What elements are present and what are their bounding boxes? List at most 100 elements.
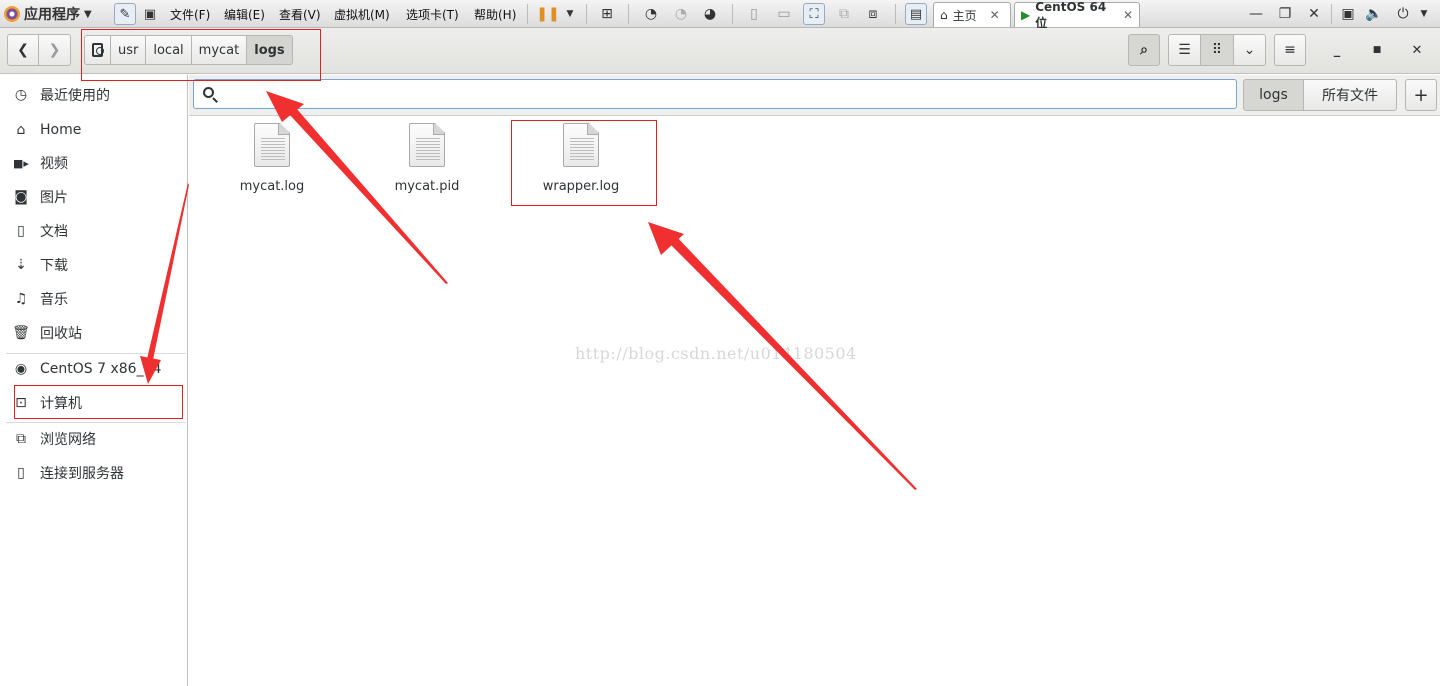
window-minimize-icon[interactable]: — (1246, 0, 1266, 28)
network-adapter-icon[interactable]: ⊞ (597, 0, 617, 28)
menu-help[interactable]: 帮助(H) (474, 0, 516, 28)
menu-view[interactable]: 查看(V) (279, 0, 321, 28)
chevron-down-icon: ⌄ (1243, 42, 1256, 58)
maximize-button[interactable]: ■ (1362, 36, 1392, 64)
tab-home-label: 主页 (952, 8, 977, 23)
sidebar-item-connect-server[interactable]: ▯ 连接到服务器 (0, 458, 188, 488)
snapshot-manager-icon[interactable]: ◕ (700, 0, 720, 28)
sidebar-item-label: 文档 (40, 224, 68, 240)
toolbar-separator (527, 4, 528, 24)
file-name: mycat.pid (394, 179, 460, 194)
disc-icon: ◉ (14, 361, 28, 377)
maximize-icon: ■ (1372, 45, 1382, 55)
scope-all-files-button[interactable]: 所有文件 (1304, 79, 1397, 111)
file-item[interactable]: mycat.pid (357, 123, 497, 203)
server-icon: ▯ (17, 465, 25, 481)
video-icon: ■▸ (13, 156, 29, 170)
places-sidebar: ◷ 最近使用的 ⌂ Home ■▸ 视频 ◙ 图片 ▯ 文档 ⇣ 下载 ♫ 音乐… (0, 75, 188, 686)
console-view-icon[interactable]: ⧈ (863, 0, 883, 28)
unity-icon[interactable]: ⧉ (834, 0, 854, 28)
window-restore-icon[interactable]: ❐ (1275, 0, 1295, 28)
pin-icon[interactable]: ✎ (114, 3, 136, 25)
file-name: mycat.log (239, 179, 305, 194)
add-search-criteria-button[interactable]: + (1405, 79, 1437, 111)
view-options-button[interactable]: ⌄ (1234, 34, 1266, 66)
menu-vm[interactable]: 虚拟机(M) (334, 0, 390, 28)
pause-icon[interactable]: ❚❚ (536, 0, 559, 28)
volume-icon[interactable]: 🔈 (1364, 0, 1384, 28)
sidebar-item-downloads[interactable]: ⇣ 下载 (0, 250, 188, 280)
sidebar-item-recent[interactable]: ◷ 最近使用的 (0, 80, 188, 110)
trash-icon: 🗑 (12, 325, 30, 341)
tab-centos[interactable]: ▶ CentOS 64 位 ✕ (1014, 0, 1140, 30)
scope-current-folder-button[interactable]: logs (1243, 79, 1304, 111)
toolbar-separator (1331, 4, 1332, 24)
text-file-icon (254, 123, 290, 167)
toolbar-separator (628, 4, 629, 24)
sidebar-item-trash[interactable]: 🗑 回收站 (0, 318, 188, 348)
plus-icon: + (1413, 84, 1429, 106)
file-item[interactable]: mycat.log (202, 123, 342, 203)
sidebar-item-home[interactable]: ⌂ Home (0, 115, 188, 145)
sidebar-item-pictures[interactable]: ◙ 图片 (0, 182, 188, 212)
minimize-icon: _ (1333, 42, 1341, 58)
toolbar-separator (586, 4, 587, 24)
grid-view-button[interactable]: ⠿ (1201, 34, 1234, 66)
list-view-button[interactable]: ☰ (1168, 34, 1201, 66)
sidebar-item-label: 图片 (40, 190, 68, 206)
vm-status-icon[interactable]: ▣ (1338, 0, 1358, 28)
app-menu-button[interactable]: ≡ (1274, 34, 1306, 66)
annotation-box-breadcrumb (81, 29, 321, 81)
menu-tabs[interactable]: 选项卡(T) (406, 0, 459, 28)
search-bar: logs 所有文件 + (189, 75, 1440, 116)
chevron-right-icon: ❯ (48, 42, 61, 58)
search-toggle-button[interactable]: ⌕ (1128, 34, 1160, 66)
search-icon (203, 87, 214, 98)
vm-console-icon[interactable]: ▣ (139, 3, 161, 25)
annotation-box-computer (14, 385, 183, 419)
sidebar-divider (6, 422, 186, 423)
camera-icon: ◙ (14, 189, 28, 205)
menu-edit[interactable]: 编辑(E) (224, 0, 265, 28)
sidebar-item-label: Home (40, 122, 82, 138)
fullscreen-icon[interactable]: ⛶ (803, 3, 825, 25)
thumbnail-bar-icon[interactable]: ▭ (774, 0, 794, 28)
download-icon: ⇣ (15, 257, 27, 273)
forward-button[interactable]: ❯ (39, 34, 71, 66)
music-icon: ♫ (14, 291, 28, 307)
applications-menu[interactable]: 应用程序 ▼ (4, 0, 110, 28)
chevron-down-icon[interactable]: ▼ (1414, 0, 1434, 28)
sidebar-toggle-icon[interactable]: ▯ (744, 0, 764, 28)
applications-menu-label: 应用程序 (24, 7, 80, 23)
sidebar-item-browse-network[interactable]: ⧉ 浏览网络 (0, 424, 188, 454)
document-icon: ▯ (17, 223, 25, 239)
annotation-box-wrapper-log (511, 120, 657, 206)
network-icon: ⧉ (16, 431, 26, 447)
close-icon[interactable]: ✕ (990, 8, 1000, 22)
sidebar-item-music[interactable]: ♫ 音乐 (0, 284, 188, 314)
sidebar-item-label: 连接到服务器 (40, 466, 124, 482)
text-file-icon (409, 123, 445, 167)
sidebar-item-documents[interactable]: ▯ 文档 (0, 216, 188, 246)
sidebar-item-videos[interactable]: ■▸ 视频 (0, 148, 188, 178)
tab-centos-label: CentOS 64 位 (1035, 0, 1107, 30)
library-icon[interactable]: ▤ (905, 3, 927, 25)
sidebar-item-label: 下载 (40, 258, 68, 274)
search-input[interactable] (193, 79, 1237, 109)
snapshot-revert-icon[interactable]: ◔ (671, 0, 691, 28)
menu-file[interactable]: 文件(F) (170, 0, 210, 28)
close-icon[interactable]: ✕ (1123, 8, 1133, 22)
sidebar-item-centos-disc[interactable]: ◉ CentOS 7 x86_64 (0, 354, 188, 384)
watermark: http://blog.csdn.net/u014180504 (575, 344, 857, 363)
home-icon: ⌂ (16, 122, 26, 138)
back-button[interactable]: ❮ (7, 34, 39, 66)
power-icon[interactable]: ⏻ (1393, 0, 1413, 28)
chevron-down-icon[interactable]: ▼ (560, 0, 580, 28)
hamburger-icon: ≡ (1284, 42, 1296, 58)
close-button[interactable]: ✕ (1402, 36, 1432, 64)
snapshot-icon[interactable]: ◔ (641, 0, 661, 28)
tab-home[interactable]: ⌂ 主页 ✕ (933, 2, 1011, 27)
file-view: mycat.log mycat.pid wrapper.log (189, 117, 1440, 686)
minimize-button[interactable]: _ (1322, 36, 1352, 64)
window-close-icon[interactable]: ✕ (1304, 0, 1324, 28)
